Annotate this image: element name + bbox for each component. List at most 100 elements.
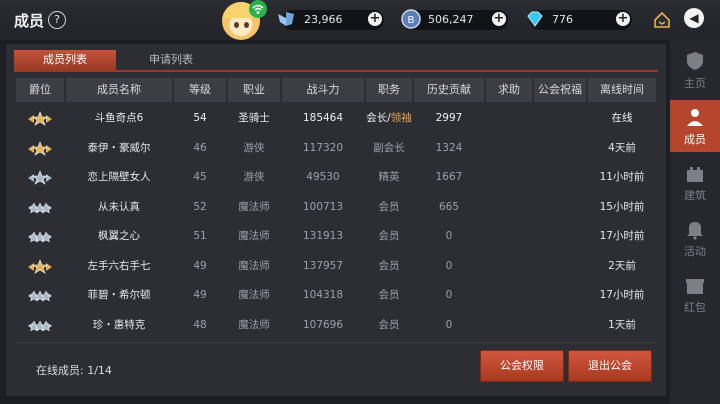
side-nav-label: 建筑: [684, 189, 706, 202]
column-header[interactable]: 历史贡献: [414, 78, 484, 102]
member-contrib: 0: [445, 230, 453, 242]
gold-rank-badge-icon: [26, 139, 54, 159]
member-role: 会员: [378, 200, 400, 213]
member-bless: [534, 134, 586, 163]
gift-icon: [686, 279, 704, 294]
member-bless: [534, 311, 586, 340]
gold-rank-badge-icon: [26, 257, 54, 277]
member-class: 魔法师: [238, 200, 270, 213]
member-offline: 17小时前: [599, 230, 645, 242]
member-role: 副会长: [373, 141, 405, 154]
member-help: [486, 252, 532, 281]
member-help: [486, 311, 532, 340]
member-icon: [687, 109, 703, 126]
member-help: [486, 193, 532, 222]
silver-rank-badge-icon: [26, 198, 54, 218]
leave-guild-button[interactable]: 退出公会: [568, 350, 652, 382]
silver-rank-badge-icon: [26, 286, 54, 306]
member-name: 枫翼之心: [98, 230, 140, 242]
member-name: 恋上隔壁女人: [87, 171, 151, 183]
wifi-icon: [249, 0, 267, 18]
side-nav-item[interactable]: 红包: [670, 268, 720, 320]
member-row[interactable]: 泰伊・豪威尔 46 游侠 117320 副会长 1324 4天前: [16, 134, 656, 163]
top-bar: 成员 ? 23,966 + B 506,247 + 776 + ◀: [0, 0, 720, 40]
column-header[interactable]: 等级: [174, 78, 226, 102]
member-row[interactable]: 珍・惠特克 48 魔法师 107696 会员 0 1天前: [16, 311, 656, 340]
member-offline: 17小时前: [599, 289, 645, 301]
svg-text:B: B: [408, 15, 415, 26]
side-nav-label: 成员: [684, 133, 706, 146]
member-table-body: 斗鱼奇点6 54 圣骑士 185464 会长/领袖 2997 在线 泰伊・豪威尔 46 游侠 117…: [16, 104, 656, 340]
member-name: 珍・惠特克: [92, 318, 146, 331]
member-power: 185464: [302, 112, 344, 124]
member-contrib: 0: [445, 259, 453, 272]
member-contrib: 0: [445, 289, 453, 301]
back-arrow-icon[interactable]: ◀: [684, 8, 704, 28]
member-bless: [534, 252, 586, 281]
coin-icon: B: [401, 9, 421, 29]
member-offline: 1天前: [608, 318, 636, 331]
castle-icon: [687, 167, 703, 182]
column-header[interactable]: 离线时间: [588, 78, 656, 102]
side-nav: 主页成员建筑活动红包: [670, 40, 720, 404]
member-class: 魔法师: [238, 318, 270, 331]
side-nav-item[interactable]: 活动: [670, 212, 720, 264]
member-help: [486, 281, 532, 310]
member-power: 49530: [306, 171, 340, 183]
member-bless: [534, 193, 586, 222]
tab-underline: [14, 70, 658, 72]
help-button[interactable]: ?: [48, 11, 66, 29]
member-bless: [534, 222, 586, 251]
member-name: 斗鱼奇点6: [94, 112, 144, 124]
member-level: 49: [193, 259, 207, 272]
member-contrib: 2997: [435, 112, 463, 124]
member-row[interactable]: 从未认真 52 魔法师 100713 会员 665 15小时前: [16, 193, 656, 222]
member-level: 52: [193, 200, 207, 213]
member-power: 107696: [302, 318, 344, 331]
member-bless: [534, 104, 586, 133]
resource-diamond: 776 +: [527, 10, 632, 30]
member-row[interactable]: 左手六右手七 49 魔法师 137957 会员 0 2天前: [16, 252, 656, 281]
tab-application-list[interactable]: 申请列表: [126, 50, 216, 70]
member-class: 魔法师: [238, 230, 270, 242]
member-help: [486, 163, 532, 192]
bell-icon: [687, 222, 703, 240]
page-title: 成员: [14, 12, 45, 30]
add-resource-button[interactable]: +: [368, 12, 382, 26]
column-header[interactable]: 战斗力: [282, 78, 364, 102]
home-icon[interactable]: [653, 11, 671, 29]
guild-permission-button[interactable]: 公会权限: [480, 350, 564, 382]
member-offline: 15小时前: [599, 200, 645, 213]
member-power: 137957: [302, 259, 344, 272]
member-offline: 11小时前: [599, 171, 645, 183]
add-resource-button[interactable]: +: [492, 12, 506, 26]
member-level: 54: [193, 112, 207, 124]
column-header[interactable]: 爵位: [16, 78, 64, 102]
member-level: 49: [193, 289, 207, 301]
members-panel: 成员列表 申请列表 爵位 成员名称 等级 职业 战斗力 职务 历史贡献 求助 公…: [6, 44, 666, 396]
column-header[interactable]: 成员名称: [66, 78, 172, 102]
member-offline: 在线: [611, 112, 633, 124]
member-bless: [534, 163, 586, 192]
column-header[interactable]: 求助: [486, 78, 532, 102]
member-offline: 2天前: [608, 259, 636, 272]
side-nav-label: 红包: [684, 301, 706, 314]
member-row[interactable]: 斗鱼奇点6 54 圣骑士 185464 会长/领袖 2997 在线: [16, 104, 656, 133]
side-nav-item[interactable]: 主页: [670, 44, 720, 96]
resource-value: 506,247: [428, 13, 474, 26]
member-help: [486, 134, 532, 163]
member-row[interactable]: 菲碧・希尔顿 49 魔法师 104318 会员 0 17小时前: [16, 281, 656, 310]
member-row[interactable]: 枫翼之心 51 魔法师 131913 会员 0 17小时前: [16, 222, 656, 251]
column-header[interactable]: 职业: [228, 78, 280, 102]
add-resource-button[interactable]: +: [616, 12, 630, 26]
side-nav-item[interactable]: 建筑: [670, 156, 720, 208]
gold-rank-badge-icon: [26, 109, 54, 129]
member-power: 131913: [302, 230, 344, 242]
column-header[interactable]: 公会祝福: [534, 78, 586, 102]
column-header[interactable]: 职务: [366, 78, 412, 102]
member-level: 51: [193, 230, 207, 242]
tab-member-list[interactable]: 成员列表: [14, 50, 116, 70]
side-nav-item[interactable]: 成员: [670, 100, 720, 152]
member-row[interactable]: 恋上隔壁女人 45 游侠 49530 精英 1667 11小时前: [16, 163, 656, 192]
winged-shield-icon: [278, 12, 294, 26]
